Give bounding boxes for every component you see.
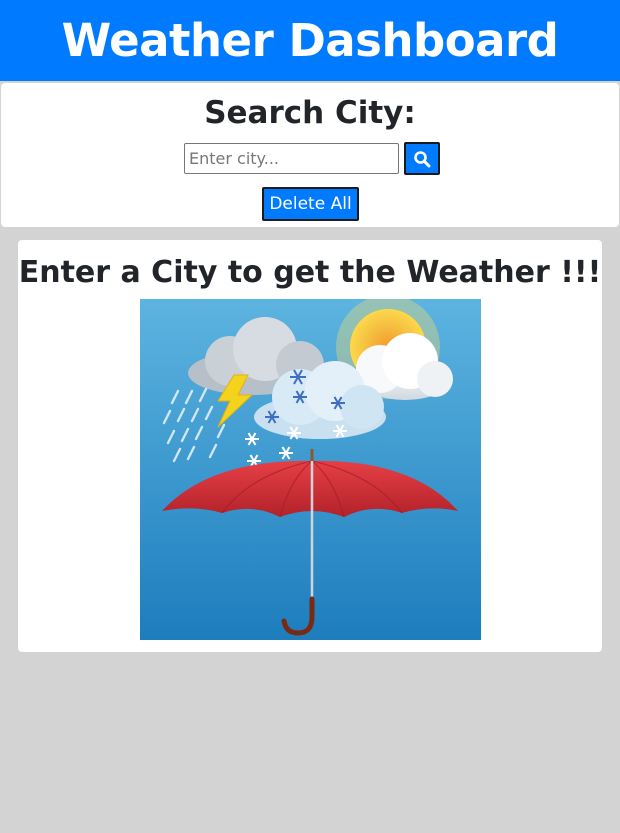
weather-card: Enter a City to get the Weather !!! <box>18 240 602 652</box>
weather-prompt: Enter a City to get the Weather !!! <box>18 255 602 290</box>
city-search-input[interactable] <box>184 143 399 174</box>
weather-illustration <box>140 299 481 640</box>
search-card: Search City: Delete All <box>1 83 619 227</box>
app-header: Weather Dashboard <box>0 0 620 81</box>
search-row <box>184 142 440 175</box>
delete-all-button[interactable]: Delete All <box>262 187 359 221</box>
search-icon <box>414 150 431 167</box>
search-title: Search City: <box>204 95 416 131</box>
app-title: Weather Dashboard <box>61 14 559 67</box>
search-button[interactable] <box>404 142 440 175</box>
